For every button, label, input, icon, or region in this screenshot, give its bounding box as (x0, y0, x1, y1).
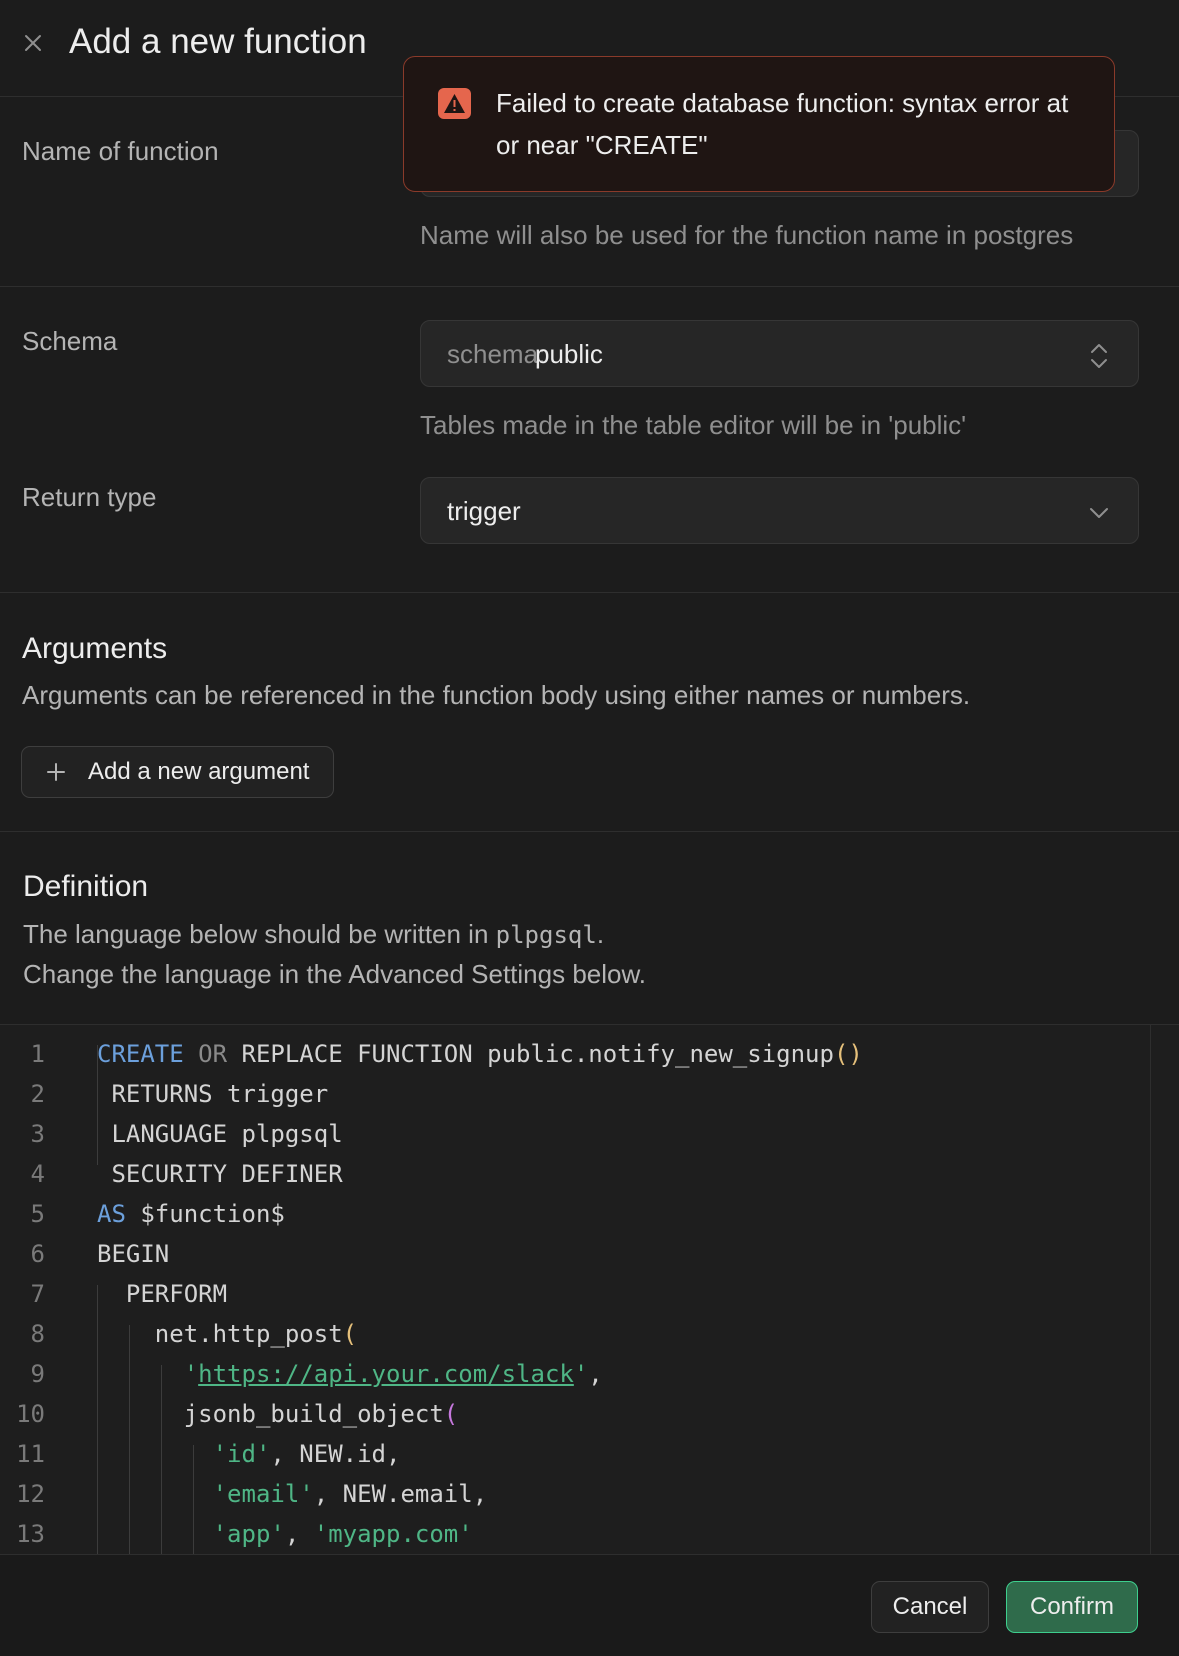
return-type-select[interactable]: trigger (420, 477, 1139, 544)
dialog-footer: Cancel Confirm (0, 1554, 1179, 1656)
line-number: 6 (30, 1240, 45, 1268)
line-number: 11 (16, 1440, 45, 1468)
code-line: 10 jsonb_build_object( (0, 1400, 1150, 1440)
arguments-description: Arguments can be referenced in the funct… (22, 680, 971, 710)
line-number: 2 (30, 1080, 45, 1108)
definition-heading: Definition (23, 870, 149, 903)
code-line: 2 RETURNS trigger (0, 1080, 1150, 1120)
code-line: 8 net.http_post( (0, 1320, 1150, 1360)
chevron-up-down-icon (1091, 344, 1107, 368)
code-line: 9 'https://api.your.com/slack', (0, 1360, 1150, 1400)
definition-text-end: . (596, 919, 605, 949)
code-text: AS $function$ (97, 1200, 285, 1228)
return-type-label: Return type (22, 482, 157, 512)
line-number: 10 (16, 1400, 45, 1428)
language-code: plpgsql (495, 921, 597, 949)
error-toast: Failed to create database function: synt… (403, 56, 1115, 192)
code-text: 'app', 'myapp.com' (212, 1520, 473, 1548)
warning-icon (438, 88, 471, 119)
code-line: 11 'id', NEW.id, (0, 1440, 1150, 1480)
line-number: 3 (30, 1120, 45, 1148)
schema-select[interactable]: schema: public (420, 320, 1139, 387)
code-text: LANGUAGE plpgsql (97, 1120, 343, 1148)
code-text: 'email', NEW.email, (212, 1480, 488, 1508)
line-number: 4 (30, 1160, 45, 1188)
confirm-button[interactable]: Confirm (1006, 1581, 1138, 1633)
divider (0, 286, 1179, 287)
schema-hint: Tables made in the table editor will be … (420, 410, 967, 440)
definition-note: Change the language in the Advanced Sett… (23, 959, 647, 989)
code-line: 5 AS $function$ (0, 1200, 1150, 1240)
schema-prefix: schema: (447, 339, 546, 369)
return-type-value: trigger (447, 496, 521, 526)
code-text: PERFORM (97, 1280, 228, 1308)
code-text: 'https://api.your.com/slack', (183, 1360, 603, 1388)
code-line: 7 PERFORM (0, 1280, 1150, 1320)
definition-description: The language below should be written in … (23, 914, 604, 955)
definition-text: The language below should be written in (23, 919, 496, 949)
name-hint: Name will also be used for the function … (420, 220, 1074, 250)
code-line: 1 CREATE OR REPLACE FUNCTION public.noti… (0, 1040, 1150, 1080)
divider (0, 592, 1179, 593)
editor-scrollbar[interactable] (1150, 1025, 1151, 1554)
line-number: 7 (30, 1280, 45, 1308)
schema-value: public (535, 339, 603, 369)
cancel-button[interactable]: Cancel (871, 1581, 989, 1633)
add-argument-button[interactable]: Add a new argument (21, 746, 334, 798)
line-number: 12 (16, 1480, 45, 1508)
code-line: 13 'app', 'myapp.com' (0, 1520, 1150, 1554)
add-argument-label: Add a new argument (88, 758, 310, 785)
schema-label: Schema (22, 326, 118, 356)
code-line: 4 SECURITY DEFINER (0, 1160, 1150, 1200)
line-number: 13 (16, 1520, 45, 1548)
code-line: 3 LANGUAGE plpgsql (0, 1120, 1150, 1160)
code-text: BEGIN (97, 1240, 170, 1268)
divider (0, 831, 1179, 832)
line-number: 9 (30, 1360, 45, 1388)
close-icon[interactable] (22, 32, 44, 54)
code-text: CREATE OR REPLACE FUNCTION public.notify… (97, 1040, 863, 1068)
dialog-title: Add a new function (69, 22, 367, 61)
code-line: 6 BEGIN (0, 1240, 1150, 1280)
code-text: SECURITY DEFINER (97, 1160, 343, 1188)
name-label: Name of function (22, 136, 219, 166)
line-number: 8 (30, 1320, 45, 1348)
code-text: RETURNS trigger (97, 1080, 329, 1108)
toast-message: Failed to create database function: synt… (496, 88, 1069, 160)
code-line: 12 'email', NEW.email, (0, 1480, 1150, 1520)
line-number: 5 (30, 1200, 45, 1228)
arguments-heading: Arguments (22, 632, 168, 665)
code-text: 'id', NEW.id, (212, 1440, 401, 1468)
line-number: 1 (30, 1040, 45, 1068)
code-editor[interactable]: 1 CREATE OR REPLACE FUNCTION public.noti… (0, 1024, 1179, 1554)
code-text: net.http_post( (97, 1320, 358, 1348)
plus-icon (47, 763, 65, 781)
code-text: jsonb_build_object( (97, 1400, 459, 1428)
chevron-down-icon (1090, 508, 1108, 518)
